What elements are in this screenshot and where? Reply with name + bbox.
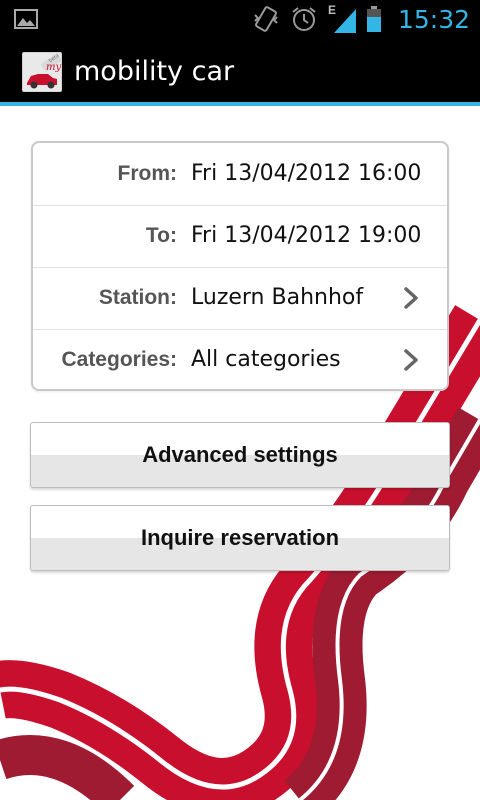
advanced-settings-button[interactable]: Advanced settings [30, 422, 450, 488]
signal-icon: E [328, 3, 356, 33]
categories-label: Categories: [61, 348, 177, 371]
categories-value[interactable]: All categories [191, 329, 341, 391]
alarm-icon [292, 7, 316, 31]
app-title: mobility car [74, 56, 235, 87]
chevron-right-icon[interactable] [403, 286, 419, 310]
image-notification-icon [14, 9, 38, 29]
from-value[interactable]: Fri 13/04/2012 16:00 [191, 143, 421, 205]
station-row[interactable]: Station: Luzern Bahnhof [33, 267, 447, 330]
battery-icon [366, 6, 381, 32]
from-label: From: [117, 162, 178, 185]
status-icons: E 15:32 [252, 3, 470, 34]
to-row[interactable]: To: Fri 13/04/2012 19:00 [33, 205, 447, 268]
to-label: To: [145, 224, 177, 247]
action-bar: my beta mobility car [0, 38, 480, 106]
app-logo-icon[interactable]: my beta [22, 52, 62, 92]
reservation-form: From: Fri 13/04/2012 16:00 To: Fri 13/04… [31, 141, 449, 391]
from-row[interactable]: From: Fri 13/04/2012 16:00 [33, 143, 447, 206]
clock: 15:32 [397, 4, 470, 34]
station-label: Station: [98, 286, 177, 309]
logo-badge-text: my [46, 62, 61, 73]
categories-row[interactable]: Categories: All categories [33, 329, 447, 391]
vibrate-icon [254, 6, 278, 32]
to-value[interactable]: Fri 13/04/2012 19:00 [191, 205, 421, 267]
status-bar: E 15:32 [0, 0, 480, 38]
station-value[interactable]: Luzern Bahnhof [191, 267, 363, 329]
chevron-right-icon[interactable] [403, 348, 419, 372]
inquire-reservation-button[interactable]: Inquire reservation [30, 505, 450, 571]
